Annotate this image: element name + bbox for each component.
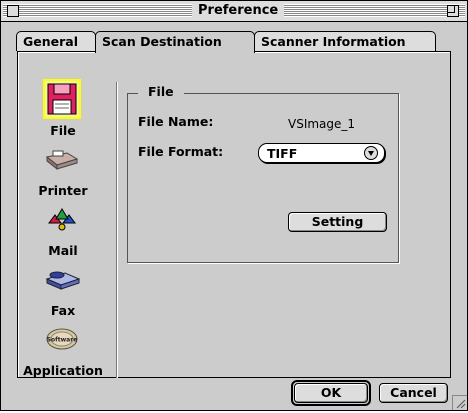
ok-button[interactable]: OK bbox=[294, 383, 368, 403]
file-format-value: TIFF bbox=[267, 146, 298, 161]
file-name-value[interactable]: VSImage_1 bbox=[288, 117, 355, 131]
window-title: Preference bbox=[192, 3, 285, 19]
preference-window: Preference General Scan Destination Scan… bbox=[0, 0, 468, 411]
destination-label-file[interactable]: File bbox=[13, 123, 113, 138]
tab-scanner-information-label: Scanner Information bbox=[261, 34, 406, 49]
printer-icon[interactable] bbox=[45, 147, 79, 171]
tab-scan-destination[interactable]: Scan Destination bbox=[95, 31, 255, 53]
title-bar[interactable]: Preference bbox=[1, 1, 467, 22]
file-group-title: File bbox=[138, 84, 184, 99]
close-box[interactable] bbox=[7, 5, 19, 17]
cancel-button[interactable]: Cancel bbox=[379, 383, 448, 403]
fax-icon[interactable] bbox=[45, 267, 81, 291]
software-cd-icon[interactable]: Software bbox=[45, 327, 79, 351]
file-name-label: File Name: bbox=[138, 114, 214, 129]
resize-grip[interactable] bbox=[452, 395, 467, 410]
tab-general-label: General bbox=[23, 34, 78, 49]
setting-button-label: Setting bbox=[311, 214, 364, 229]
ok-button-label: OK bbox=[320, 385, 342, 400]
cancel-button-label: Cancel bbox=[390, 385, 437, 400]
sidebar-divider bbox=[116, 82, 118, 378]
tab-scanner-information[interactable]: Scanner Information bbox=[254, 31, 436, 51]
destination-label-fax[interactable]: Fax bbox=[13, 303, 113, 318]
destination-label-application[interactable]: Application bbox=[13, 363, 113, 378]
tab-scan-destination-label: Scan Destination bbox=[102, 34, 222, 49]
software-cd-icon-text: Software bbox=[47, 337, 78, 344]
setting-button[interactable]: Setting bbox=[288, 212, 387, 232]
mail-icon[interactable] bbox=[45, 205, 79, 233]
destination-label-printer[interactable]: Printer bbox=[13, 183, 113, 198]
destination-label-mail[interactable]: Mail bbox=[13, 243, 113, 258]
file-format-label: File Format: bbox=[138, 144, 224, 159]
zoom-box[interactable] bbox=[447, 5, 459, 17]
tab-general[interactable]: General bbox=[16, 31, 96, 51]
chevron-down-icon bbox=[364, 146, 378, 160]
file-format-popup[interactable]: TIFF bbox=[258, 143, 385, 163]
floppy-disk-icon[interactable] bbox=[43, 79, 81, 119]
